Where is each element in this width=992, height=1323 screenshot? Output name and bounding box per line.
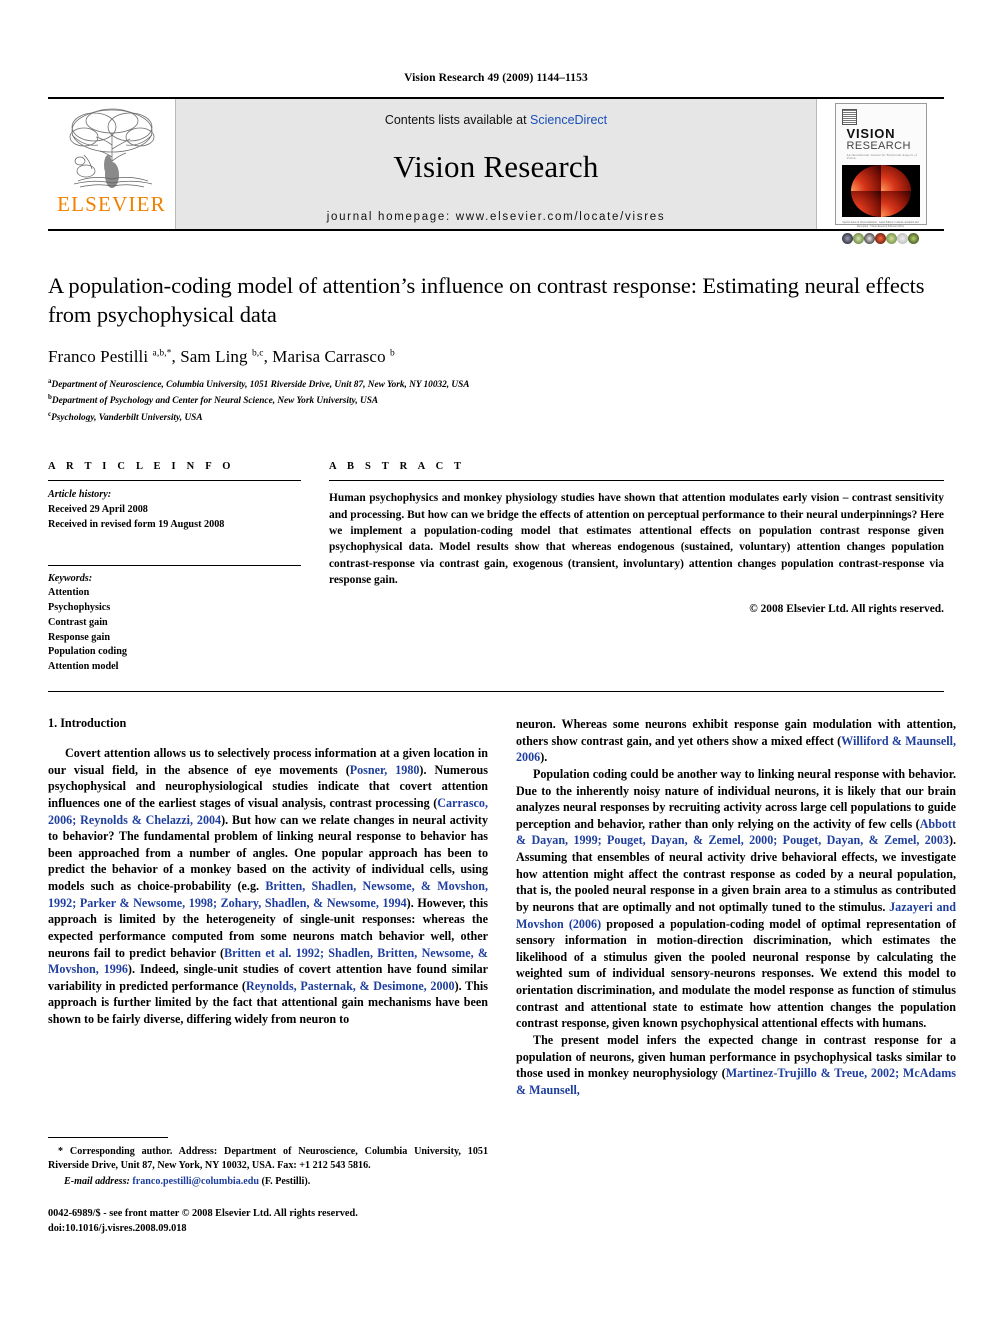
footnote-area: * Corresponding author. Address: Departm… [48,1136,488,1236]
keyword-item: Attention [48,587,90,599]
article-history: Article history: Received 29 April 2008 … [48,488,301,532]
cover-title: VISION RESEARCH An International Journal… [847,127,920,160]
body-paragraph: Population coding could be another way t… [516,766,957,1031]
email-owner: (F. Pestilli). [261,1176,311,1188]
cover-thumb [886,233,898,245]
section-heading-introduction: 1. Introduction [48,716,127,730]
keyword-item: Attention model [48,661,119,673]
abstract-column: A B S T R A C T Human psychophysics and … [329,461,944,675]
affiliation-item: aDepartment of Neuroscience, Columbia Un… [48,376,470,390]
article-history-label: Article history: [48,489,112,501]
affiliation-text: Department of Neuroscience, Columbia Uni… [51,379,470,390]
body-paragraph: Covert attention allows us to selectivel… [48,746,488,1026]
elsevier-wordmark: ELSEVIER [57,192,166,216]
keyword-item: Contrast gain [48,616,108,628]
affiliation-text: Department of Psychology and Center for … [51,396,379,407]
body-column-left: 1. Introduction Covert attention allows … [48,716,488,1236]
body-columns: 1. Introduction Covert attention allows … [48,716,956,1236]
info-abstract-region: A R T I C L E I N F O Article history: R… [48,461,944,675]
body-column-right: neuron. Whereas some neurons exhibit res… [516,716,956,1236]
keywords-list: Keywords: Attention Psychophysics Contra… [48,572,301,675]
corresponding-author-note: * Corresponding author. Address: Departm… [48,1145,488,1171]
cover-petal [880,165,911,191]
publisher-logo: ELSEVIER [48,99,175,229]
keyword-item: Psychophysics [48,602,111,614]
article-history-line: Received in revised form 19 August 2008 [48,518,225,530]
cover-caption: Special Issue on Visual Attention · Gues… [842,221,919,229]
page-title: A population-coding model of attention’s… [48,273,925,328]
issn-copyright-block: 0042-6989/$ - see front matter © 2008 El… [48,1207,488,1236]
cover-thumb [908,233,920,245]
doi-line[interactable]: doi:10.1016/j.visres.2008.09.018 [48,1222,488,1236]
cover-title-line1: VISION [846,126,896,141]
article-info-rule [48,480,301,482]
cover-petal [850,191,881,217]
affiliation-item: cPsychology, Vanderbilt University, USA [48,409,203,423]
cover-thumb [852,233,864,245]
footnote-rule [48,1136,168,1138]
contents-prefix: Contents lists available at [384,113,531,127]
affiliation-item: bDepartment of Psychology and Center for… [48,393,379,407]
cover-artwork [841,165,920,217]
body-paragraph: neuron. Whereas some neurons exhibit res… [516,717,956,765]
email-link[interactable]: franco.pestilli@columbia.edu [132,1176,259,1187]
contents-available-line: Contents lists available at ScienceDirec… [385,113,607,127]
email-label: E-mail address: [64,1176,130,1188]
cover-subtitle: An International Journal for Functional … [846,153,917,160]
article-info-heading: A R T I C L E I N F O [48,461,235,473]
title-block: A population-coding model of attention’s… [48,231,944,425]
cover-thumb [897,233,909,245]
cover-petal [880,191,911,217]
author-list: Franco Pestilli a,b,*, Sam Ling b,c, Mar… [48,346,395,366]
sciencedirect-link[interactable]: ScienceDirect [530,113,607,127]
journal-homepage-link[interactable]: journal homepage: www.elsevier.com/locat… [327,211,666,223]
cover-petal [850,165,881,191]
article-info-column: A R T I C L E I N F O Article history: R… [48,461,301,675]
cover-title-line2: RESEARCH [846,140,911,152]
masthead-right: VISION RESEARCH An International Journal… [817,99,944,245]
keywords-label: Keywords: [48,572,93,584]
cover-thumb [863,233,875,245]
body-top-rule [48,691,944,692]
abstract-rule [329,480,944,482]
keywords-rule [48,564,301,566]
keyword-item: Response gain [48,631,110,643]
abstract-copyright: © 2008 Elsevier Ltd. All rights reserved… [749,602,944,615]
cover-thumb [841,233,853,245]
affiliation-list: aDepartment of Neuroscience, Columbia Un… [48,376,944,426]
running-head: Vision Research 49 (2009) 1144–1153 [404,72,588,84]
email-note: E-mail address: franco.pestilli@columbia… [48,1175,488,1189]
elsevier-tree-icon [69,108,154,188]
cover-publisher-icon [841,109,857,125]
cover-thumbnail-row [841,233,920,245]
journal-masthead: ELSEVIER Contents lists available at Sci… [48,97,944,245]
issn-line: 0042-6989/$ - see front matter © 2008 El… [48,1208,358,1220]
journal-cover-thumbnail[interactable]: VISION RESEARCH An International Journal… [834,103,927,245]
article-history-line: Received 29 April 2008 [48,503,148,515]
journal-title: Vision Research [393,149,599,184]
body-paragraph: The present model infers the expected ch… [516,1032,956,1097]
keyword-item: Population coding [48,646,127,658]
masthead-center: Contents lists available at ScienceDirec… [175,99,817,229]
abstract-heading: A B S T R A C T [329,461,466,473]
cover-thumb [874,233,886,245]
paper-page: Vision Research 49 (2009) 1144–1153 ELSE… [0,0,992,1323]
abstract-text: Human psychophysics and monkey physiolog… [329,492,944,587]
affiliation-text: Psychology, Vanderbilt University, USA [51,412,203,423]
keywords-block: Keywords: Attention Psychophysics Contra… [48,564,301,675]
